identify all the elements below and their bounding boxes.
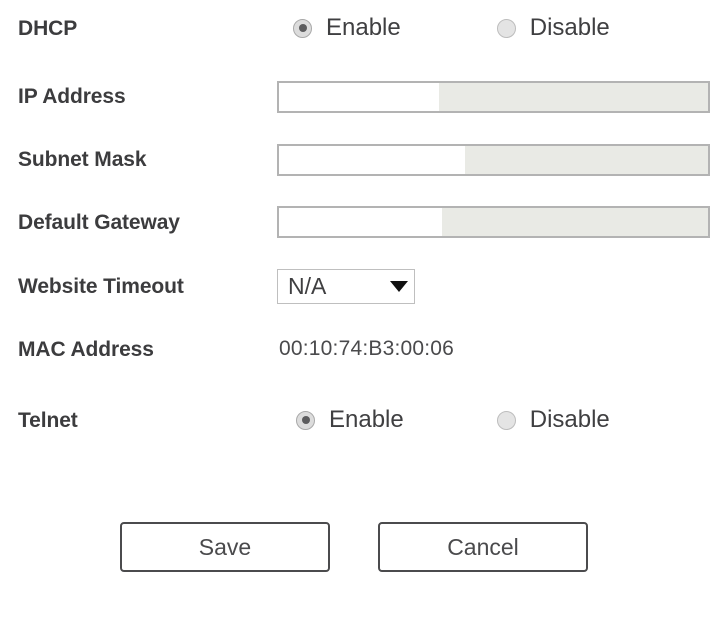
default-gateway-input[interactable] xyxy=(279,208,708,236)
telnet-label: Telnet xyxy=(18,409,78,432)
subnet-mask-input[interactable] xyxy=(279,146,708,174)
ip-address-input[interactable] xyxy=(279,83,708,111)
cancel-button[interactable]: Cancel xyxy=(378,522,588,572)
mac-address-value: 00:10:74:B3:00:06 xyxy=(279,337,455,360)
telnet-enable-radio[interactable] xyxy=(296,410,315,430)
default-gateway-field[interactable] xyxy=(277,206,710,238)
dhcp-disable-radio[interactable] xyxy=(496,18,516,38)
chevron-down-icon[interactable] xyxy=(390,281,408,292)
mac-address-label: MAC Address xyxy=(18,338,154,361)
dhcp-disable-option[interactable]: Disable xyxy=(496,14,610,41)
subnet-mask-field[interactable] xyxy=(277,144,710,176)
dhcp-enable-label: Enable xyxy=(326,14,401,41)
website-timeout-value: N/A xyxy=(288,273,327,299)
network-settings-form: DHCP Enable Disable IP Address Subnet Ma… xyxy=(0,0,722,619)
website-timeout-select[interactable]: N/A xyxy=(277,269,415,304)
dhcp-disable-label: Disable xyxy=(529,14,610,41)
dhcp-label: DHCP xyxy=(18,17,78,40)
telnet-disable-radio[interactable] xyxy=(496,410,516,430)
dhcp-radio-group: Enable Disable xyxy=(293,16,610,40)
dhcp-enable-option[interactable]: Enable xyxy=(293,16,401,40)
ip-address-label: IP Address xyxy=(18,85,126,108)
telnet-disable-option[interactable]: Disable xyxy=(496,406,610,433)
website-timeout-label: Website Timeout xyxy=(18,275,184,298)
default-gateway-label: Default Gateway xyxy=(18,211,180,234)
telnet-enable-option[interactable]: Enable xyxy=(296,408,404,432)
subnet-mask-label: Subnet Mask xyxy=(18,148,147,171)
telnet-disable-label: Disable xyxy=(529,406,610,433)
telnet-radio-group: Enable Disable xyxy=(296,408,610,432)
ip-address-field[interactable] xyxy=(277,81,710,113)
save-button[interactable]: Save xyxy=(120,522,330,572)
telnet-enable-label: Enable xyxy=(329,406,404,433)
dhcp-enable-radio[interactable] xyxy=(293,18,312,38)
